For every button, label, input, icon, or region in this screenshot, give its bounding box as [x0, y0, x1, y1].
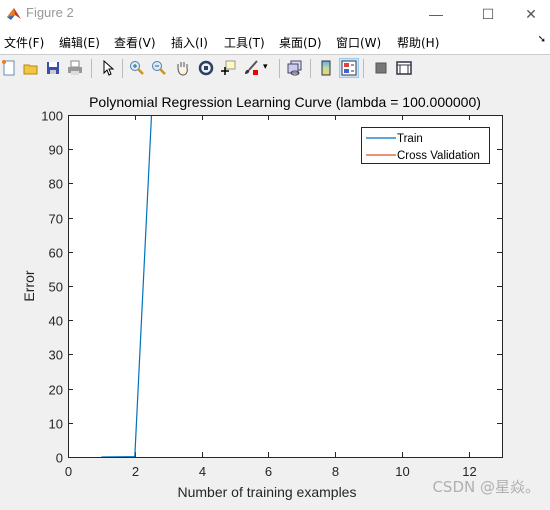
link-plot-icon [287, 60, 302, 76]
print-icon [68, 60, 82, 75]
minimize-button[interactable]: — [413, 0, 459, 28]
y-tick-label: 60 [49, 246, 63, 261]
save-icon [47, 62, 59, 74]
minimize-icon: — [429, 6, 443, 22]
chart-title: Polynomial Regression Learning Curve (la… [89, 94, 481, 110]
zoom-out-icon [152, 61, 166, 75]
pan-hand-icon [177, 62, 188, 76]
zoom-in-button[interactable] [128, 59, 146, 77]
rotate-3d-icon [198, 60, 214, 76]
rotate-3d-button[interactable] [197, 59, 215, 77]
zoom-out-button[interactable] [150, 59, 168, 77]
y-tick-label: 70 [49, 212, 63, 227]
menu-tools[interactable]: 工具(T) [224, 34, 265, 51]
edit-plot-arrow-icon [103, 60, 115, 76]
plot-area [68, 115, 502, 457]
save-button[interactable] [44, 59, 62, 77]
x-axis-label: Number of training examples [178, 484, 357, 500]
toolbar-separator [279, 59, 280, 78]
y-tick-label: 10 [49, 417, 63, 432]
menu-help[interactable]: 帮助(H) [397, 34, 439, 51]
menu-desktop[interactable]: 桌面(D) [279, 34, 322, 51]
open-file-button[interactable] [22, 59, 40, 77]
colorbar-icon [321, 60, 331, 76]
hide-plot-tools-button[interactable] [372, 59, 390, 77]
menu-file[interactable]: 文件(F) [4, 34, 44, 51]
chart-svg: 0 2 4 6 8 10 120102030405060708090100 Polynomi… [21, 94, 503, 500]
y-axis-label: Error [21, 270, 37, 301]
menu-window[interactable]: 窗口(W) [336, 34, 381, 51]
menu-bar: 文件(F) 编辑(E) 查看(V) 插入(I) 工具(T) 桌面(D) 窗口(W… [0, 28, 550, 54]
toolbar-separator [363, 59, 364, 78]
toolbar-separator [310, 59, 311, 78]
brush-icon [245, 60, 258, 75]
y-tick-label: 0 [56, 451, 63, 466]
legend-label: Train [397, 133, 423, 145]
toolbar-separator [122, 59, 123, 78]
y-tick-label: 50 [49, 280, 63, 295]
pan-button[interactable] [174, 59, 192, 77]
maximize-icon: ☐ [481, 5, 495, 22]
x-tick-label: 8 [332, 464, 339, 479]
print-button[interactable] [66, 59, 84, 77]
toolbar-separator [91, 59, 92, 78]
y-tick-label: 40 [49, 314, 63, 329]
legend-label: Cross Validation [397, 150, 480, 162]
edit-plot-button[interactable] [99, 59, 117, 77]
title-bar: Figure 2 — ☐ ✕ [0, 0, 550, 28]
data-cursor-icon [221, 60, 236, 75]
x-tick-label: 2 [132, 464, 139, 479]
x-tick-label: 0 [65, 464, 72, 479]
brush-dropdown-icon[interactable]: ▾ [263, 61, 268, 72]
menu-edit[interactable]: 编辑(E) [59, 34, 100, 51]
x-tick-label: 6 [265, 464, 272, 479]
hide-plot-tools-icon [375, 62, 387, 74]
figure-toolbar: ▾ [0, 54, 550, 83]
link-plot-button[interactable] [286, 59, 304, 77]
data-cursor-button[interactable] [219, 59, 237, 77]
open-file-icon [23, 64, 38, 75]
new-figure-button[interactable] [0, 59, 18, 77]
legend-icon [341, 60, 357, 76]
figure-canvas: 0 2 4 6 8 10 12 0 10 20 30 40 50 60 70 80 90 100 Polynomi… [0, 82, 550, 505]
dock-arrow-icon[interactable]: ➘ [538, 34, 546, 45]
y-tick-label: 90 [49, 143, 63, 158]
colorbar-button[interactable] [317, 59, 335, 77]
new-figure-icon [2, 60, 15, 76]
close-button[interactable]: ✕ [508, 0, 550, 28]
x-tick-label: 10 [395, 464, 409, 479]
y-tick-label: 20 [49, 383, 63, 398]
menu-insert[interactable]: 插入(I) [171, 34, 208, 51]
zoom-in-icon [130, 61, 144, 75]
matlab-logo-icon [7, 8, 21, 20]
menu-view[interactable]: 查看(V) [114, 34, 156, 51]
maximize-button[interactable]: ☐ [465, 0, 511, 28]
y-tick-label: 30 [49, 348, 63, 363]
y-tick-label: 100 [41, 109, 63, 124]
window-title: Figure 2 [26, 5, 74, 20]
y-tick-label: 80 [49, 177, 63, 192]
show-plot-tools-button[interactable] [395, 59, 413, 77]
brush-button[interactable] [242, 59, 260, 77]
watermark: CSDN @星焱。 [432, 478, 540, 496]
legend[interactable]: Train Cross Validation [361, 127, 490, 164]
legend-button[interactable] [339, 58, 359, 78]
close-icon: ✕ [525, 5, 537, 22]
show-plot-tools-icon [396, 61, 412, 75]
x-tick-label: 4 [199, 464, 206, 479]
